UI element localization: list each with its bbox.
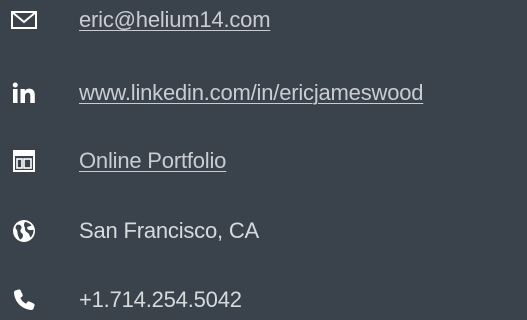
phone-icon — [10, 286, 38, 314]
linkedin-icon — [10, 79, 38, 107]
portfolio-link[interactable]: Online Portfolio — [79, 148, 226, 174]
email-link[interactable]: eric@helium14.com — [79, 7, 271, 33]
contact-linkedin-row: www.linkedin.com/in/ericjameswood — [0, 73, 527, 113]
portfolio-icon — [10, 147, 38, 175]
linkedin-link[interactable]: www.linkedin.com/in/ericjameswood — [79, 80, 424, 106]
globe-icon — [10, 217, 38, 245]
envelope-icon — [10, 6, 38, 34]
contact-phone-row: +1.714.254.5042 — [0, 280, 527, 320]
phone-text: +1.714.254.5042 — [79, 287, 242, 312]
contact-email-row: eric@helium14.com — [0, 0, 527, 40]
contact-location-row: San Francisco, CA — [0, 211, 527, 251]
location-text: San Francisco, CA — [79, 218, 260, 243]
contact-portfolio-row: Online Portfolio — [0, 141, 527, 181]
